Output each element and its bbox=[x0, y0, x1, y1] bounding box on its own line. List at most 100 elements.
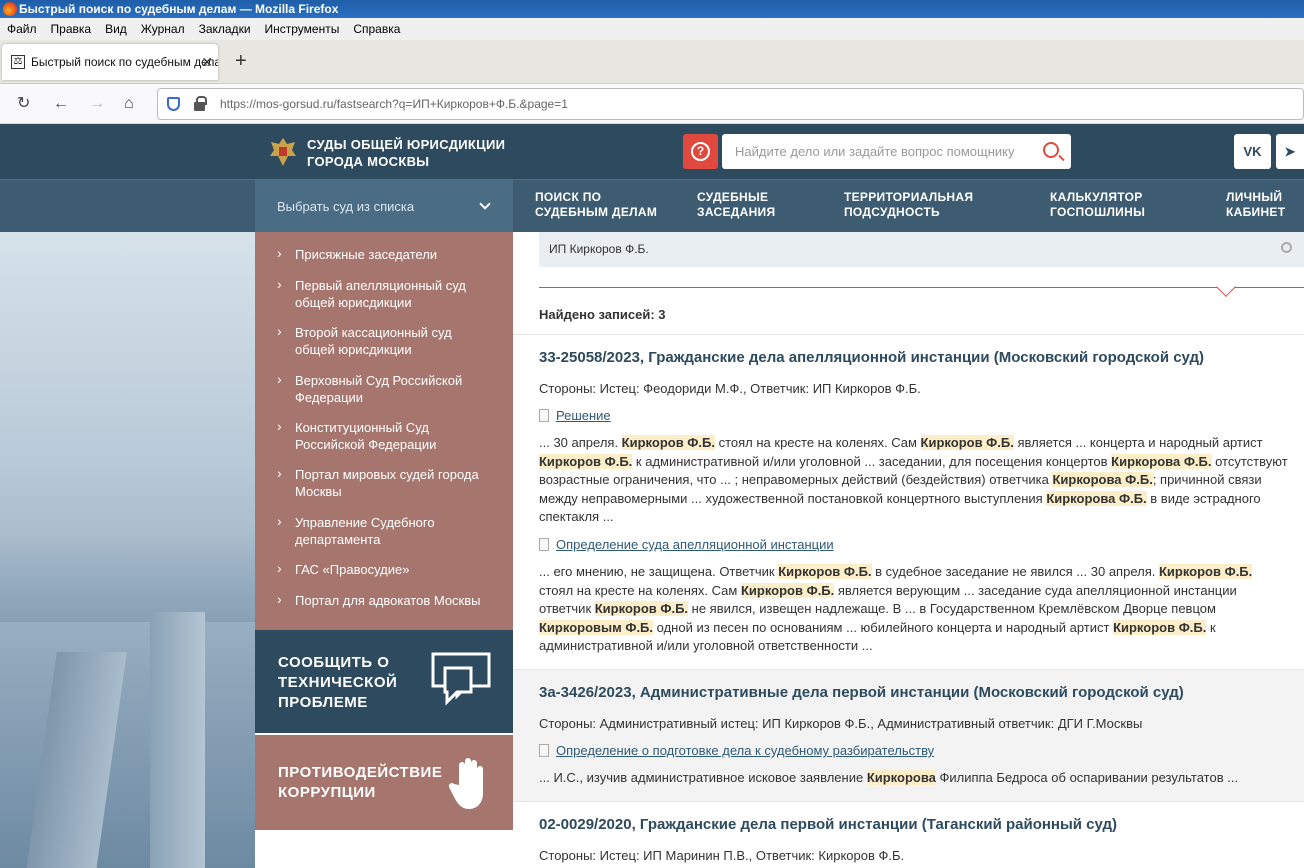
nav-label: ПОДСУДНОСТЬ bbox=[844, 205, 940, 219]
result-item: 3а-3426/2023, Административные дела перв… bbox=[513, 670, 1304, 801]
url-path: /fastsearch?q=ИП+Киркоров+Ф.Б.&page=1 bbox=[333, 97, 568, 111]
result-snippet: ... И.С., изучив административное исково… bbox=[539, 769, 1289, 788]
document-link[interactable]: Определение о подготовке дела к судебном… bbox=[556, 743, 934, 758]
menu-tools[interactable]: Инструменты bbox=[258, 18, 347, 40]
back-icon[interactable]: ← bbox=[53, 94, 69, 114]
snippet-text: ... его мнению, не защищена. Ответчик bbox=[539, 564, 779, 579]
snippet-text: стоял на кресте на коленях. Сам bbox=[714, 435, 921, 450]
snippet-highlight: Киркоров Ф.Б. bbox=[1113, 619, 1207, 635]
sidebar-item-supreme-court[interactable]: Верховный Суд Российской Федерации bbox=[277, 371, 495, 406]
menu-view[interactable]: Вид bbox=[98, 18, 134, 40]
nav-jurisdiction[interactable]: ТЕРРИТОРИАЛЬНАЯ ПОДСУДНОСТЬ bbox=[844, 190, 973, 220]
tab-title: Быстрый поиск по судебным делам bbox=[31, 55, 218, 69]
coat-of-arms-icon[interactable] bbox=[268, 136, 298, 168]
sidebar-item-gas-pravosudie[interactable]: ГАС «Правосудие» bbox=[277, 560, 495, 578]
sidebar-menu: Присяжные заседатели Первый апелляционны… bbox=[255, 232, 513, 630]
document-icon bbox=[539, 744, 549, 757]
new-tab-icon[interactable]: + bbox=[235, 50, 247, 73]
query-field[interactable]: ИП Киркоров Ф.Б. bbox=[539, 232, 1304, 267]
sidebar-item-label: Российской Федерации bbox=[295, 437, 437, 452]
nav-label: ПОИСК ПО bbox=[535, 190, 602, 204]
sidebar-item-first-appeal[interactable]: Первый апелляционный суд общей юрисдикции bbox=[277, 276, 495, 311]
forward-icon[interactable]: → bbox=[89, 94, 105, 114]
nav-label: СУДЕБНЫЕ bbox=[697, 190, 769, 204]
divider-notch bbox=[1216, 277, 1236, 297]
sidebar-item-magistrates-portal[interactable]: Портал мировых судей города Москвы bbox=[277, 465, 495, 500]
browser-tab[interactable]: ⚖ Быстрый поиск по судебным делам ✕ bbox=[2, 44, 218, 80]
lock-icon[interactable] bbox=[194, 96, 207, 111]
sidebar-item-label: Второй кассационный суд bbox=[295, 325, 452, 340]
logo-line-2: ГОРОДА МОСКВЫ bbox=[307, 154, 430, 169]
sidebar-item-constitutional-court[interactable]: Конституционный Суд Российской Федерации bbox=[277, 418, 495, 453]
close-tab-icon[interactable]: ✕ bbox=[201, 44, 213, 80]
court-select-dropdown[interactable]: Выбрать суд из списка bbox=[255, 180, 513, 233]
result-item: 33-25058/2023, Гражданские дела апелляци… bbox=[513, 335, 1304, 669]
vk-icon[interactable]: VK bbox=[1234, 134, 1271, 169]
document-link[interactable]: Определение суда апелляционной инстанции bbox=[556, 537, 834, 552]
menu-edit[interactable]: Правка bbox=[44, 18, 99, 40]
sidebar-item-label: Портал для адвокатов Москвы bbox=[295, 593, 481, 608]
result-item: 02-0029/2020, Гражданские дела первой ин… bbox=[513, 802, 1304, 868]
result-title-link[interactable]: 33-25058/2023, Гражданские дела апелляци… bbox=[539, 349, 1204, 366]
menu-help[interactable]: Справка bbox=[346, 18, 407, 40]
help-button[interactable]: ? bbox=[683, 134, 718, 169]
address-bar[interactable]: https://mos-gorsud.ru/fastsearch?q=ИП+Ки… bbox=[157, 88, 1304, 120]
sidebar-item-label: общей юрисдикции bbox=[295, 342, 412, 357]
nav-label: ЗАСЕДАНИЯ bbox=[697, 205, 776, 219]
sidebar-item-judicial-department[interactable]: Управление Судебного департамента bbox=[277, 513, 495, 548]
query-text: ИП Киркоров Ф.Б. bbox=[549, 242, 649, 256]
search-results-panel: ИП Киркоров Ф.Б. Найдено записей: 3 33-2… bbox=[513, 232, 1304, 868]
nav-label: ЛИЧНЫЙ bbox=[1226, 190, 1283, 204]
result-document: Решение bbox=[539, 408, 611, 423]
snippet-highlight: Киркоров Ф.Б. bbox=[920, 435, 1014, 450]
site-logo-text[interactable]: СУДЫ ОБЩЕЙ ЮРИСДИКЦИИ ГОРОДА МОСКВЫ bbox=[307, 136, 505, 170]
home-icon[interactable]: ⌂ bbox=[124, 94, 134, 114]
results-count: Найдено записей: 3 bbox=[539, 307, 666, 322]
snippet-highlight: Киркоров Ф.Б. bbox=[539, 453, 633, 469]
sidebar-item-label: Верховный Суд Российской bbox=[295, 373, 463, 388]
anticorruption-button[interactable]: ПРОТИВОДЕЙСТВИЕ КОРРУПЦИИ bbox=[255, 735, 513, 830]
search-icon[interactable] bbox=[1043, 142, 1059, 158]
report-technical-problem-button[interactable]: СООБЩИТЬ О ТЕХНИЧЕСКОЙ ПРОБЛЕМЕ bbox=[255, 630, 513, 733]
sidebar-item-label: ГАС «Правосудие» bbox=[295, 562, 410, 577]
sidebar-item-second-cassation[interactable]: Второй кассационный суд общей юрисдикции bbox=[277, 323, 495, 358]
snippet-text: одной из песен по основаниям ... юбилейн… bbox=[653, 619, 1114, 635]
sidebar-item-lawyers-portal[interactable]: Портал для адвокатов Москвы bbox=[277, 591, 495, 609]
sidebar-item-label: общей юрисдикции bbox=[295, 295, 412, 310]
question-icon: ? bbox=[691, 142, 710, 161]
sidebar-item-label: департамента bbox=[295, 532, 381, 547]
menu-file[interactable]: Файл bbox=[0, 18, 44, 40]
site-search-input[interactable]: Найдите дело или задайте вопрос помощник… bbox=[722, 134, 1071, 169]
snippet-text: не явился, извещен надлежаще. В ... в Го… bbox=[688, 601, 1216, 616]
nav-fee-calculator[interactable]: КАЛЬКУЛЯТОР ГОСПОШЛИНЫ bbox=[1050, 190, 1145, 220]
chevron-down-icon bbox=[479, 198, 491, 210]
firefox-icon bbox=[3, 2, 17, 16]
sidebar-item-label: Конституционный Суд bbox=[295, 420, 429, 435]
city-background-image bbox=[0, 232, 255, 868]
result-snippet: ... его мнению, не защищена. Ответчик Ки… bbox=[539, 563, 1289, 656]
sidebar-item-label: Москвы bbox=[295, 484, 342, 499]
tower-shape bbox=[23, 652, 127, 868]
search-icon[interactable] bbox=[1281, 242, 1292, 253]
nav-label: ТЕРРИТОРИАЛЬНАЯ bbox=[844, 190, 974, 204]
sidebar-item-jurors[interactable]: Присяжные заседатели bbox=[277, 245, 495, 263]
nav-court-sessions[interactable]: СУДЕБНЫЕ ЗАСЕДАНИЯ bbox=[697, 190, 775, 220]
result-parties: Стороны: Истец: ИП Маринин П.В., Ответчи… bbox=[539, 848, 905, 863]
telegram-icon[interactable]: ➤ bbox=[1276, 134, 1304, 169]
menu-history[interactable]: Журнал bbox=[134, 18, 192, 40]
document-icon bbox=[539, 409, 549, 422]
anticorruption-line: ПРОТИВОДЕЙСТВИЕ bbox=[278, 764, 443, 781]
shield-icon[interactable] bbox=[167, 97, 180, 111]
snippet-highlight: Киркоров Ф.Б. bbox=[778, 564, 872, 579]
menu-bookmarks[interactable]: Закладки bbox=[192, 18, 258, 40]
result-title-link[interactable]: 02-0029/2020, Гражданские дела первой ин… bbox=[539, 816, 1117, 833]
document-link[interactable]: Решение bbox=[556, 408, 611, 423]
sidebar-item-label: Портал мировых судей города bbox=[295, 467, 479, 482]
sidebar-item-label: Первый апелляционный суд bbox=[295, 278, 466, 293]
nav-case-search[interactable]: ПОИСК ПО СУДЕБНЫМ ДЕЛАМ bbox=[535, 190, 657, 220]
anticorruption-line: КОРРУПЦИИ bbox=[278, 784, 376, 801]
result-title-link[interactable]: 3а-3426/2023, Административные дела перв… bbox=[539, 684, 1184, 701]
report-line: ПРОБЛЕМЕ bbox=[278, 694, 368, 711]
reload-icon[interactable]: ↻ bbox=[17, 94, 30, 114]
nav-personal-account[interactable]: ЛИЧНЫЙ КАБИНЕТ bbox=[1226, 190, 1285, 220]
